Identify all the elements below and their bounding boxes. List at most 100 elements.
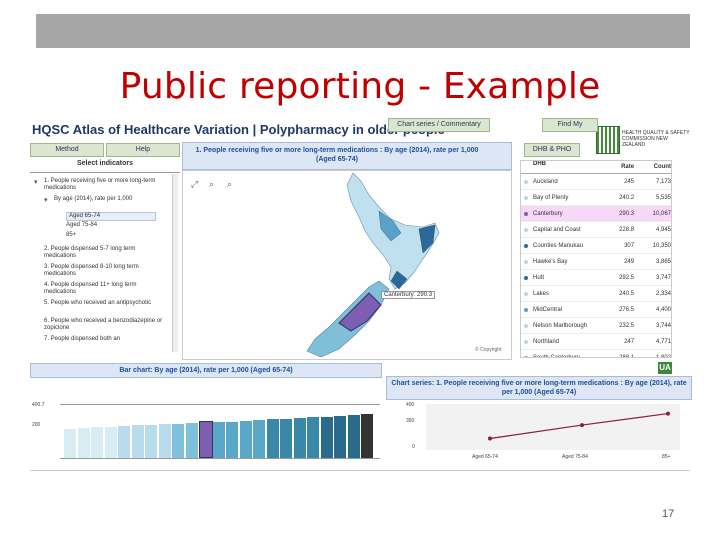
bar-chart-header: Bar chart: By age (2014), rate per 1,000… — [30, 363, 382, 378]
chart-series-button[interactable]: Chart series / Commentary — [388, 118, 490, 132]
cell-rate: 247 — [624, 338, 635, 345]
tab-method[interactable]: Method — [30, 143, 104, 157]
table-row[interactable]: Northland 247 4,771 — [521, 334, 671, 350]
legend-dot-icon — [524, 291, 528, 296]
cell-dhb: Auckland — [521, 179, 601, 185]
indicator-item[interactable]: 1. People receiving five or more long-te… — [44, 178, 164, 192]
legend-dot-icon — [524, 195, 528, 200]
indicator-item[interactable]: 5. People who received an antipsychotic — [44, 300, 164, 307]
line-chart-svg — [426, 404, 680, 450]
table-row[interactable]: Hutt 292.5 3,747 — [521, 270, 671, 286]
table-row[interactable]: Auckland 245 7,173 — [521, 174, 671, 190]
map-header: 1. People receiving five or more long-te… — [182, 142, 512, 170]
collapse-icon[interactable]: ▾ — [34, 178, 38, 186]
indicator-item[interactable]: 2. People dispensed 5-7 long term medica… — [44, 246, 164, 260]
bar[interactable] — [91, 427, 103, 458]
indicator-item[interactable]: 4. People dispensed 11+ long term medica… — [44, 282, 164, 296]
cell-dhb-label: Hawke's Bay — [533, 258, 568, 265]
table-row[interactable]: Lakes 240.5 2,334 — [521, 286, 671, 302]
slide-title: Public reporting - Example — [119, 66, 601, 107]
legend-dot-icon — [524, 211, 528, 216]
table-row[interactable]: Hawke's Bay 249 3,865 — [521, 254, 671, 270]
cell-rate: 245 — [624, 178, 635, 185]
line-y-label: 0 — [412, 444, 415, 450]
col-dhb[interactable]: DHB — [521, 161, 601, 173]
bar[interactable] — [226, 422, 238, 458]
indicator-scrollbar[interactable] — [172, 174, 178, 352]
cell-dhb: Counties Manukau — [521, 243, 601, 249]
series-point[interactable] — [488, 436, 492, 441]
bar[interactable] — [64, 429, 76, 458]
map-tooltip: Canterbury: 290.3 — [381, 291, 436, 299]
series-point[interactable] — [580, 423, 584, 428]
table-body: Auckland 245 7,173 Bay of Plenty 240.2 5,535 C… — [521, 174, 671, 357]
bar[interactable] — [172, 424, 184, 458]
table-row[interactable]: Canterbury 290.3 10,067 — [521, 206, 671, 222]
bar[interactable] — [293, 418, 306, 458]
bar[interactable] — [253, 420, 265, 458]
bar[interactable] — [307, 417, 319, 458]
nz-map-shapes — [306, 172, 440, 358]
cell-dhb-label: Nelson Marlborough — [533, 322, 588, 329]
hqsc-logo: HEALTH QUALITY & SAFETY COMMISSION NEW Z… — [596, 126, 696, 156]
table-row[interactable]: MidCentral 276.5 4,400 — [521, 302, 671, 318]
bar[interactable] — [185, 423, 198, 458]
map-marker — [359, 311, 363, 315]
cell-count: 5,535 — [655, 194, 671, 201]
cell-dhb-label: Counties Manukau — [533, 242, 584, 249]
cell-rate: 232.5 — [619, 322, 635, 329]
map-title: 1. People receiving five or more long-te… — [195, 147, 479, 163]
legend-dot-icon — [524, 323, 528, 328]
find-my-button[interactable]: Find My — [542, 118, 598, 132]
cell-rate: 290.3 — [619, 210, 635, 217]
indicator-item[interactable]: 6. People who received a benzodiazepine … — [44, 318, 164, 332]
bar[interactable] — [212, 422, 225, 458]
col-rate[interactable]: Rate — [601, 161, 634, 173]
collapse-icon[interactable]: ▾ — [44, 196, 48, 204]
bar[interactable] — [118, 426, 130, 458]
bar[interactable] — [347, 415, 360, 458]
cell-count: 2,334 — [655, 290, 671, 297]
bar[interactable] — [199, 421, 213, 458]
cell-count: 4,771 — [655, 338, 671, 345]
bar[interactable] — [145, 425, 157, 458]
cell-dhb: Lakes — [521, 291, 601, 297]
sub-option-selected[interactable]: Aged 65-74 — [66, 212, 156, 221]
cell-dhb: Hutt — [521, 275, 601, 281]
bar[interactable] — [77, 428, 90, 458]
table-row[interactable]: Nelson Marlborough 232.5 3,744 — [521, 318, 671, 334]
bar[interactable] — [266, 419, 279, 458]
table-row[interactable]: Counties Manukau 307 10,350 — [521, 238, 671, 254]
dhb-pho-button[interactable]: DHB & PHO — [524, 143, 580, 157]
bar[interactable] — [320, 417, 333, 458]
bar[interactable] — [334, 416, 346, 458]
col-count[interactable]: Count — [634, 161, 671, 173]
bar[interactable] — [280, 419, 292, 458]
series-point[interactable] — [666, 411, 670, 416]
sub-option[interactable]: By age (2014), rate per 1,000 — [54, 196, 158, 203]
tab-help[interactable]: Help — [106, 143, 180, 157]
legend-dot-icon — [524, 243, 528, 248]
nz-map[interactable]: ⤢ ⌕ ⌕ Canterbury: 290.3 © Copyright — [182, 170, 512, 360]
line-chart[interactable]: 400 350 0 Aged 65-74 Aged 75-84 85+ — [386, 400, 690, 464]
bar-chart[interactable]: 400.7 200 — [30, 378, 380, 464]
sub-option[interactable]: 85+ — [66, 232, 150, 239]
bar[interactable] — [361, 414, 373, 458]
map-copyright: © Copyright — [475, 347, 502, 353]
bar[interactable] — [131, 425, 144, 458]
indicator-item[interactable]: 3. People dispensed 8-10 long term medic… — [44, 264, 164, 278]
cell-count: 7,173 — [655, 178, 671, 185]
line-y-label: 350 — [406, 418, 415, 424]
indicator-list: 1. People receiving five or more long-te… — [30, 174, 180, 354]
table-row[interactable]: Bay of Plenty 240.2 5,535 — [521, 190, 671, 206]
bar[interactable] — [239, 421, 252, 458]
sub-option[interactable]: Aged 75-84 — [66, 222, 150, 229]
indicator-item[interactable]: 7. People dispensed both an — [44, 336, 164, 343]
table-row[interactable]: Capital and Coast 228.8 4,945 — [521, 222, 671, 238]
cell-rate: 228.8 — [619, 226, 635, 233]
table-row[interactable]: South Canterbury 288.1 1,802 — [521, 350, 671, 357]
line-x-label: Aged 65-74 — [472, 454, 498, 460]
bar-y-label: 200 — [32, 422, 41, 428]
bar[interactable] — [158, 424, 171, 458]
bar[interactable] — [104, 427, 117, 458]
